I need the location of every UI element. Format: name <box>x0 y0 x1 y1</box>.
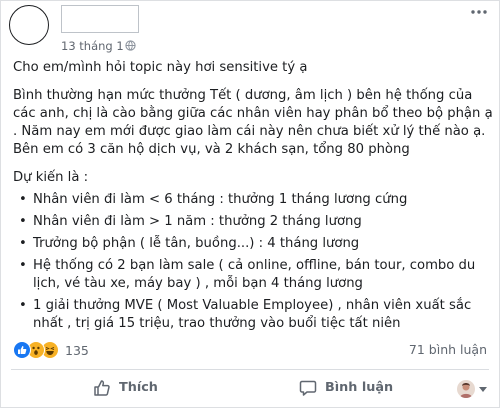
viewer-avatar[interactable] <box>457 380 475 398</box>
like-button[interactable]: Thích <box>93 379 158 397</box>
comment-count[interactable]: 71 bình luận <box>409 342 487 357</box>
comment-button[interactable]: Bình luận <box>299 379 393 397</box>
post-paragraph: Bình thường hạn mức thưởng Tết ( dương, … <box>13 88 493 157</box>
author-name-redacted[interactable] <box>61 5 139 33</box>
thumbs-up-icon <box>94 380 110 396</box>
list-item: 1 giải thưởng MVE ( Most Valuable Employ… <box>13 297 493 333</box>
post-paragraph: Cho em/mình hỏi topic này hơi sensitive … <box>13 60 308 75</box>
list-title: Dự kiến là : <box>13 170 89 185</box>
globe-icon <box>125 40 136 51</box>
more-icon[interactable] <box>469 7 489 21</box>
like-label: Thích <box>119 380 158 395</box>
divider <box>11 369 489 370</box>
list-item: Nhân viên đi làm > 1 năm : thưởng 2 thán… <box>13 213 493 231</box>
action-bar: Thích Bình luận <box>1 371 500 407</box>
facebook-post: 13 tháng 1 Cho em/mình hỏi topic này hơi… <box>0 0 500 408</box>
comment-icon <box>299 380 317 396</box>
post-body: Cho em/mình hỏi topic này hơi sensitive … <box>13 59 493 337</box>
comment-label: Bình luận <box>325 380 394 395</box>
reaction-count: 135 <box>65 342 89 358</box>
post-timestamp[interactable]: 13 tháng 1 <box>61 39 124 53</box>
author-avatar[interactable] <box>9 5 49 45</box>
like-reaction-icon <box>13 341 31 359</box>
reaction-summary[interactable]: 135 <box>13 340 89 360</box>
list-item: Trưởng bộ phận ( lễ tân, buồng...) : 4 t… <box>13 235 493 253</box>
list-item: Hệ thống có 2 bạn làm sale ( cả online, … <box>13 257 493 293</box>
chevron-down-icon[interactable] <box>479 387 487 393</box>
bonus-list: Nhân viên đi làm < 6 tháng : thưởng 1 th… <box>13 191 493 333</box>
list-item: Nhân viên đi làm < 6 tháng : thưởng 1 th… <box>13 191 493 209</box>
